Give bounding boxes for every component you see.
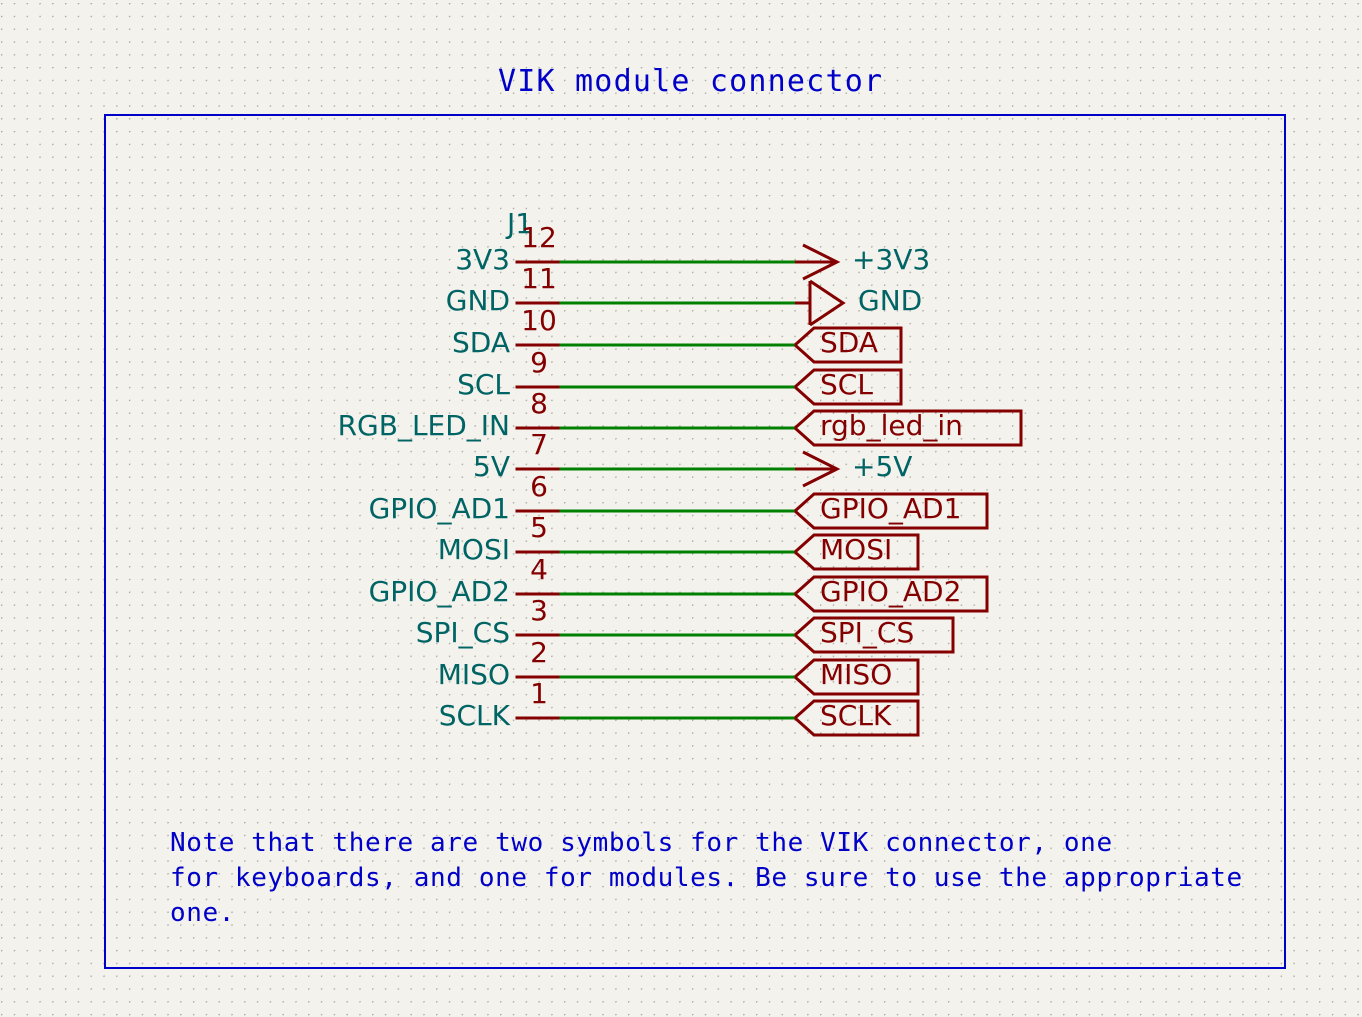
pin-number-6: 6 <box>530 470 548 503</box>
pin-name-sclk: SCLK <box>438 699 510 732</box>
net-label-SCLK[interactable]: SCLK <box>820 699 891 732</box>
net-label-MISO[interactable]: MISO <box>820 658 892 691</box>
net-label-rgb_led_in[interactable]: rgb_led_in <box>820 409 963 442</box>
pin-name-sda: SDA <box>452 326 510 359</box>
power-label-+5V[interactable]: +5V <box>852 450 912 483</box>
net-label-GPIO_AD1[interactable]: GPIO_AD1 <box>820 492 961 525</box>
pin-number-1: 1 <box>530 677 548 710</box>
net-label-MOSI[interactable]: MOSI <box>820 533 892 566</box>
pin-name-rgb_led_in: RGB_LED_IN <box>337 409 510 442</box>
pin-name-spi_cs: SPI_CS <box>415 616 510 649</box>
power-label-+3V3[interactable]: +3V3 <box>852 243 930 276</box>
pin-number-9: 9 <box>530 346 548 379</box>
net-label-SDA[interactable]: SDA <box>820 326 878 359</box>
net-label-SCL[interactable]: SCL <box>820 368 873 401</box>
pin-number-7: 7 <box>530 428 548 461</box>
pin-number-2: 2 <box>530 636 548 669</box>
pin-name-mosi: MOSI <box>437 533 510 566</box>
pin-name-miso: MISO <box>437 658 510 691</box>
pin-name-gpio_ad2: GPIO_AD2 <box>368 575 510 608</box>
schematic-canvas[interactable]: VIK module connector J1 3V3 12 +3V3 GND 11 GND… <box>0 0 1362 1017</box>
net-label-GPIO_AD2[interactable]: GPIO_AD2 <box>820 575 961 608</box>
pin-number-5: 5 <box>530 511 548 544</box>
pin-name-5v: 5V <box>473 450 510 483</box>
pin-number-11: 11 <box>521 262 557 295</box>
pin-number-12: 12 <box>521 221 557 254</box>
pin-number-4: 4 <box>530 553 548 586</box>
ground-triangle-icon <box>809 279 846 327</box>
power-label-GND[interactable]: GND <box>858 284 922 317</box>
schematic-note: Note that there are two symbols for the … <box>170 828 1243 928</box>
pin-number-8: 8 <box>530 387 548 420</box>
pin-name-scl: SCL <box>457 368 510 401</box>
pin-number-10: 10 <box>521 304 557 337</box>
pin-name-gpio_ad1: GPIO_AD1 <box>368 492 510 525</box>
net-label-SPI_CS[interactable]: SPI_CS <box>820 616 914 649</box>
pin-name-gnd: GND <box>445 284 510 317</box>
pin-name-3v3: 3V3 <box>455 243 510 276</box>
pin-number-3: 3 <box>530 594 548 627</box>
